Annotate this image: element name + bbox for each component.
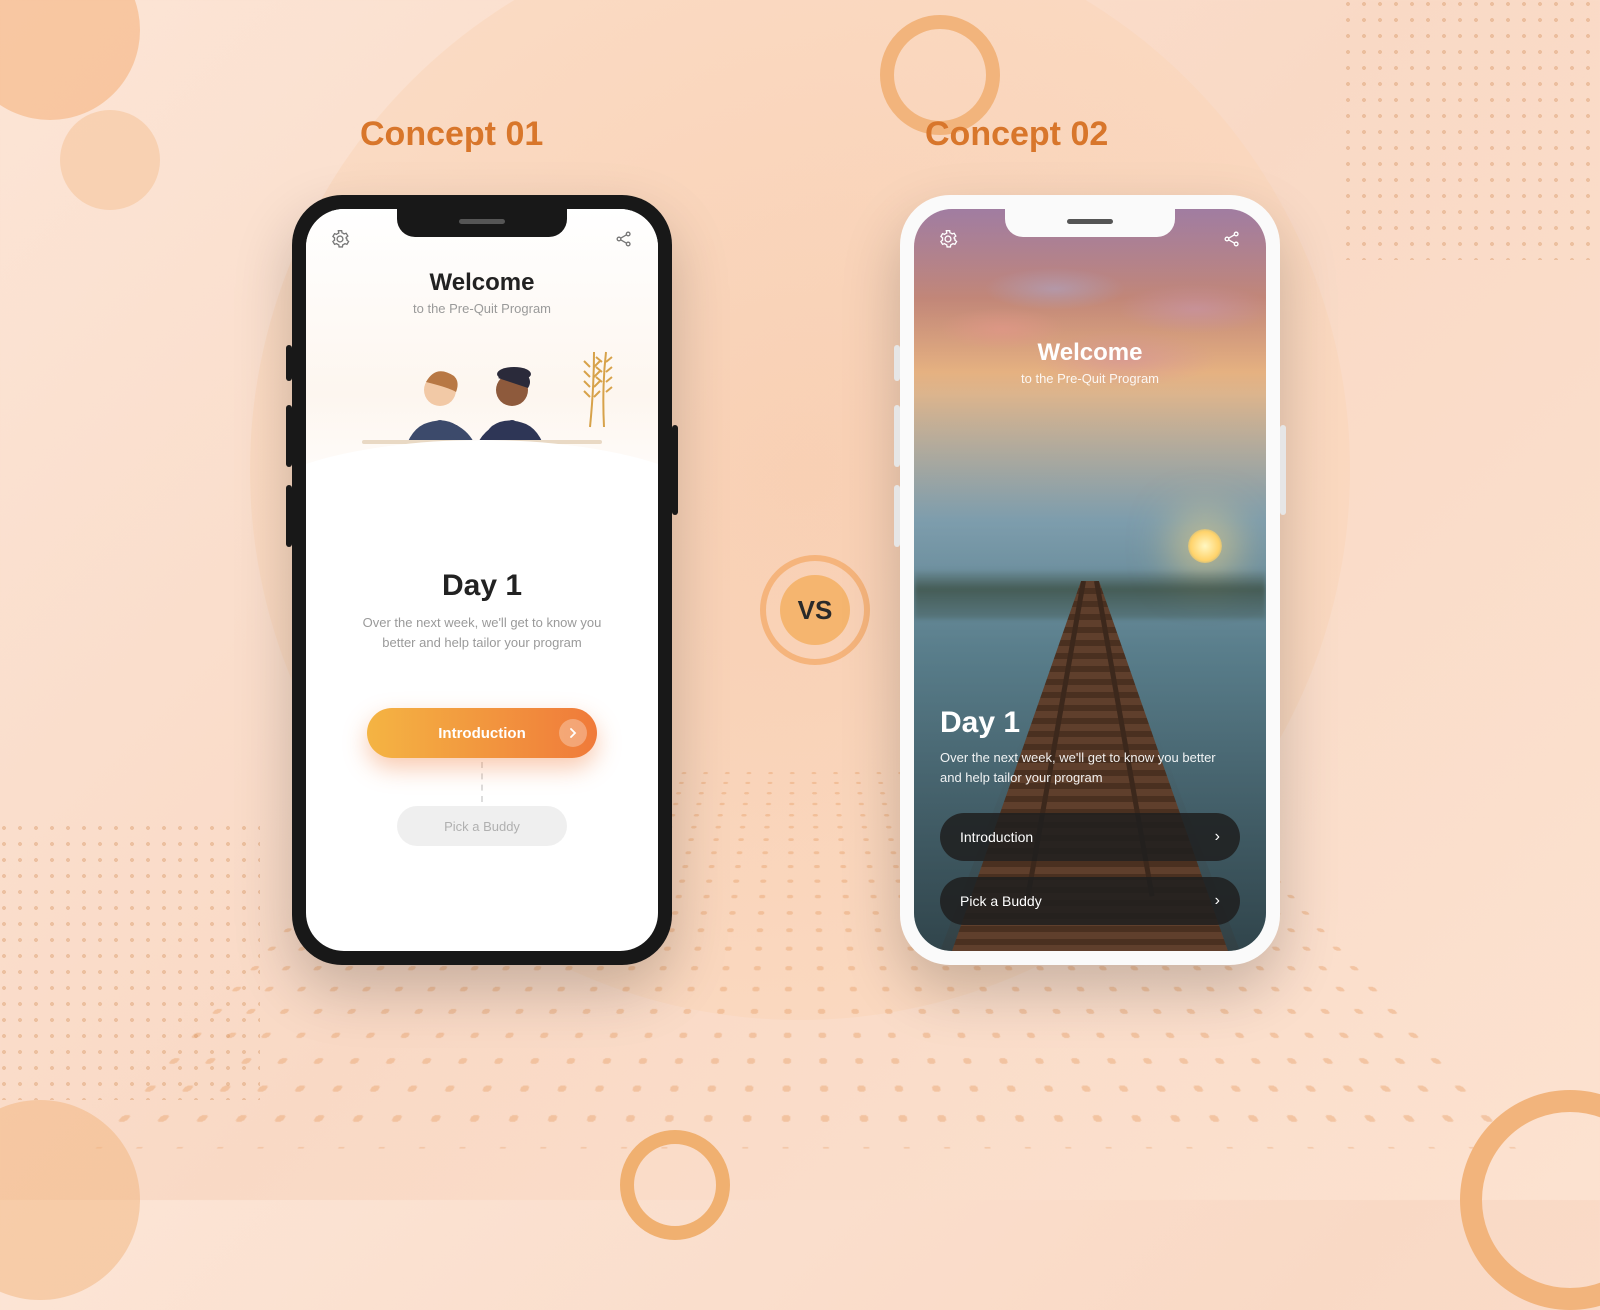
- chevron-right-icon: ›: [1215, 828, 1220, 846]
- button-label: Introduction: [960, 829, 1033, 845]
- share-icon: [614, 229, 634, 249]
- button-label: Pick a Buddy: [444, 819, 520, 834]
- bg-dot-grid: [1340, 0, 1600, 260]
- chevron-right-icon: ›: [1215, 892, 1220, 910]
- settings-button[interactable]: [936, 227, 960, 251]
- bg-blob: [0, 0, 140, 120]
- button-label: Pick a Buddy: [960, 893, 1042, 909]
- chevron-right-icon: [559, 719, 587, 747]
- settings-button[interactable]: [328, 227, 352, 251]
- hero-section: Welcome to the Pre-Quit Program: [306, 209, 658, 519]
- day-title: Day 1: [336, 569, 628, 603]
- day-description: Over the next week, we'll get to know yo…: [336, 613, 628, 652]
- phone-concept-1: Welcome to the Pre-Quit Program: [292, 195, 672, 965]
- day-description: Over the next week, we'll get to know yo…: [940, 748, 1220, 787]
- hero-illustration: [352, 332, 612, 492]
- concept-1-label: Concept 01: [360, 115, 543, 154]
- pick-buddy-button[interactable]: Pick a Buddy: [397, 806, 567, 846]
- notch: [1005, 209, 1175, 237]
- wheat-icon: [572, 342, 622, 432]
- gear-icon: [938, 229, 958, 249]
- day-title: Day 1: [940, 706, 1240, 740]
- introduction-button[interactable]: Introduction: [367, 708, 597, 758]
- introduction-button[interactable]: Introduction ›: [940, 813, 1240, 861]
- share-button[interactable]: [612, 227, 636, 251]
- bg-dot-grid: [0, 820, 260, 1100]
- table-line: [362, 440, 602, 444]
- concept-2-label: Concept 02: [925, 115, 1108, 154]
- welcome-subtitle: to the Pre-Quit Program: [940, 371, 1240, 386]
- welcome-title: Welcome: [430, 269, 535, 297]
- vs-text: VS: [798, 595, 833, 626]
- welcome-subtitle: to the Pre-Quit Program: [413, 301, 551, 316]
- button-label: Introduction: [438, 725, 525, 742]
- welcome-title: Welcome: [940, 339, 1240, 367]
- share-button[interactable]: [1220, 227, 1244, 251]
- phone-concept-2: Welcome to the Pre-Quit Program Day 1 Ov…: [900, 195, 1280, 965]
- gear-icon: [330, 229, 350, 249]
- vs-badge: VS: [760, 555, 870, 665]
- bg-ring: [620, 1130, 730, 1240]
- person-right-icon: [462, 352, 572, 472]
- connector-line: [481, 762, 483, 802]
- notch: [397, 209, 567, 237]
- bg-blob: [60, 110, 160, 210]
- share-icon: [1222, 229, 1242, 249]
- pick-buddy-button[interactable]: Pick a Buddy ›: [940, 877, 1240, 925]
